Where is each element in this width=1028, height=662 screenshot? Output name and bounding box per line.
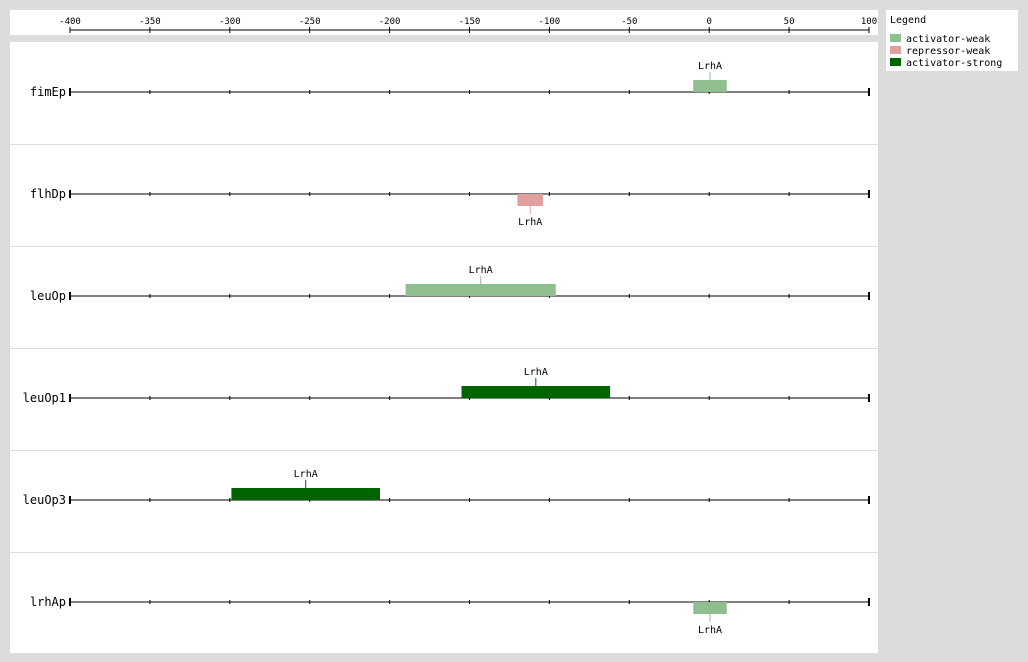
- axis-tick-label: -50: [621, 17, 637, 27]
- legend-item-activator-weak: activator-weak: [890, 34, 990, 45]
- legend-label: activator-strong: [906, 58, 1003, 69]
- axis-tick-label: -400: [59, 17, 81, 27]
- site-label: LrhA: [518, 217, 542, 228]
- promoter-tracks-panel: fimEp LrhA flhDp LrhA leuOp LrhA leuOp1 LrhA leu…: [10, 42, 878, 653]
- site-label: LrhA: [469, 265, 493, 276]
- promoter-track-leuOp1: leuOp1 LrhA: [10, 348, 878, 405]
- legend-swatch-activator-weak: [890, 34, 901, 42]
- binding-site-activator-weak[interactable]: [693, 602, 727, 614]
- promoter-name: leuOp1: [23, 391, 66, 405]
- axis-tick-label: -350: [139, 17, 161, 27]
- promoter-name: lrhAp: [30, 595, 66, 609]
- legend-item-repressor-weak: repressor-weak: [890, 46, 990, 57]
- binding-site-repressor-weak[interactable]: [517, 194, 544, 206]
- legend-label: repressor-weak: [906, 46, 991, 57]
- promoter-name: leuOp3: [23, 493, 66, 507]
- legend-label: activator-weak: [906, 34, 991, 45]
- site-label: LrhA: [698, 625, 722, 636]
- axis-tick-label: 100: [861, 17, 877, 27]
- site-label: LrhA: [524, 367, 548, 378]
- axis-tick-label: -250: [299, 17, 321, 27]
- promoter-track-leuOp3: leuOp3 LrhA: [10, 450, 878, 507]
- promoter-track-flhDp: flhDp LrhA: [10, 144, 878, 228]
- promoter-name: flhDp: [30, 187, 66, 201]
- binding-site-activator-weak[interactable]: [405, 284, 556, 296]
- legend-title: Legend: [890, 15, 927, 26]
- axis-tick-label: -200: [379, 17, 401, 27]
- legend: Legend activator-weak repressor-weak act…: [886, 10, 1018, 71]
- binding-site-activator-strong[interactable]: [231, 488, 381, 500]
- promoter-track-fimEp: fimEp LrhA: [30, 61, 870, 99]
- position-axis-panel: -400 -350 -300 -250 -200 -150 -100 -50 0 50 100: [10, 10, 878, 35]
- site-label: LrhA: [294, 469, 318, 480]
- axis-tick-label: 50: [784, 17, 795, 27]
- legend-swatch-activator-strong: [890, 58, 901, 66]
- site-label: LrhA: [698, 61, 722, 72]
- binding-site-activator-strong[interactable]: [461, 386, 611, 398]
- axis-tick-label: -300: [219, 17, 241, 27]
- promoter-name: fimEp: [30, 85, 66, 99]
- legend-item-activator-strong: activator-strong: [890, 58, 1002, 69]
- legend-swatch-repressor-weak: [890, 46, 901, 54]
- promoter-track-lrhAp: lrhAp LrhA: [10, 552, 878, 636]
- axis-tick-label: -150: [459, 17, 481, 27]
- promoter-name: leuOp: [30, 289, 66, 303]
- position-axis: -400 -350 -300 -250 -200 -150 -100 -50 0 50 100: [59, 17, 877, 33]
- axis-tick-label: 0: [706, 17, 711, 27]
- promoter-tracks: fimEpLrhAflhDpLrhAleuOpLrhAleuOp1LrhAleu…: [10, 61, 878, 636]
- promoter-track-leuOp: leuOp LrhA: [10, 246, 878, 303]
- axis-tick-label: -100: [539, 17, 561, 27]
- binding-site-activator-weak[interactable]: [693, 80, 727, 92]
